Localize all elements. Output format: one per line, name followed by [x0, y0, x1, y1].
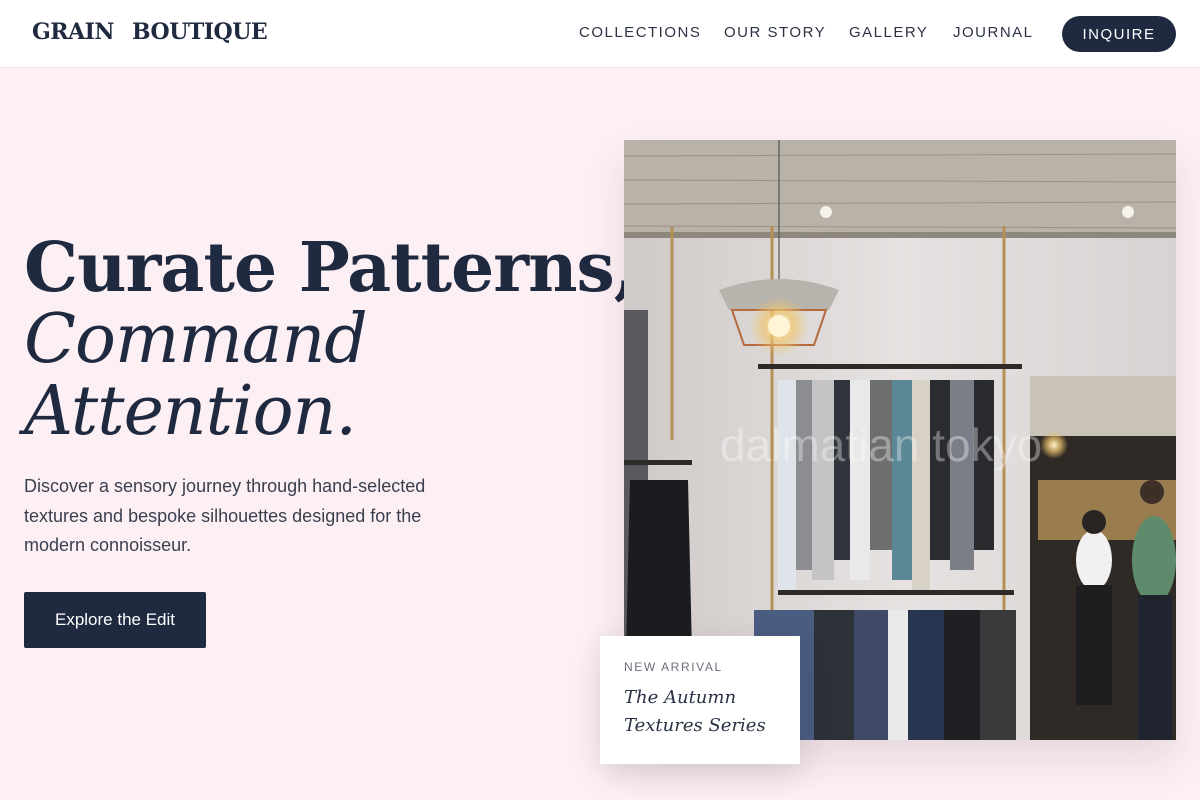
headline-line-3: Attention.: [24, 372, 357, 451]
inquire-button[interactable]: INQUIRE: [1062, 16, 1176, 52]
nav-link-our-story[interactable]: OUR STORY: [724, 24, 826, 41]
card-title-line-1: The Autumn: [624, 687, 737, 708]
card-title-line-2: Textures Series: [624, 715, 766, 736]
nav-link-journal[interactable]: JOURNAL: [953, 24, 1034, 41]
nav-link-gallery[interactable]: GALLERY: [849, 24, 928, 41]
brand-logo[interactable]: GRAIN BOUTIQUE: [32, 19, 268, 45]
brand-word-1: GRAIN: [32, 19, 115, 45]
hero-description: Discover a sensory journey through hand-…: [24, 476, 426, 555]
site-header: GRAIN BOUTIQUE COLLECTIONS OUR STORY GALL…: [0, 0, 1200, 68]
brand-word-2: BOUTIQUE: [132, 19, 268, 45]
image-watermark: dalmatian tokyo: [720, 419, 1043, 471]
nav-link-collections[interactable]: COLLECTIONS: [579, 24, 701, 41]
hero-headline: Curate Patterns, Command Attention.: [24, 228, 637, 451]
explore-edit-button[interactable]: Explore the Edit: [24, 592, 206, 648]
card-kicker: NEW ARRIVAL: [624, 660, 723, 674]
new-arrival-card[interactable]: NEW ARRIVAL The Autumn Textures Series: [600, 636, 800, 764]
card-title: The Autumn Textures Series: [624, 684, 776, 740]
headline-line-1: Curate Patterns,: [24, 228, 637, 308]
headline-line-2: Command: [24, 300, 368, 379]
